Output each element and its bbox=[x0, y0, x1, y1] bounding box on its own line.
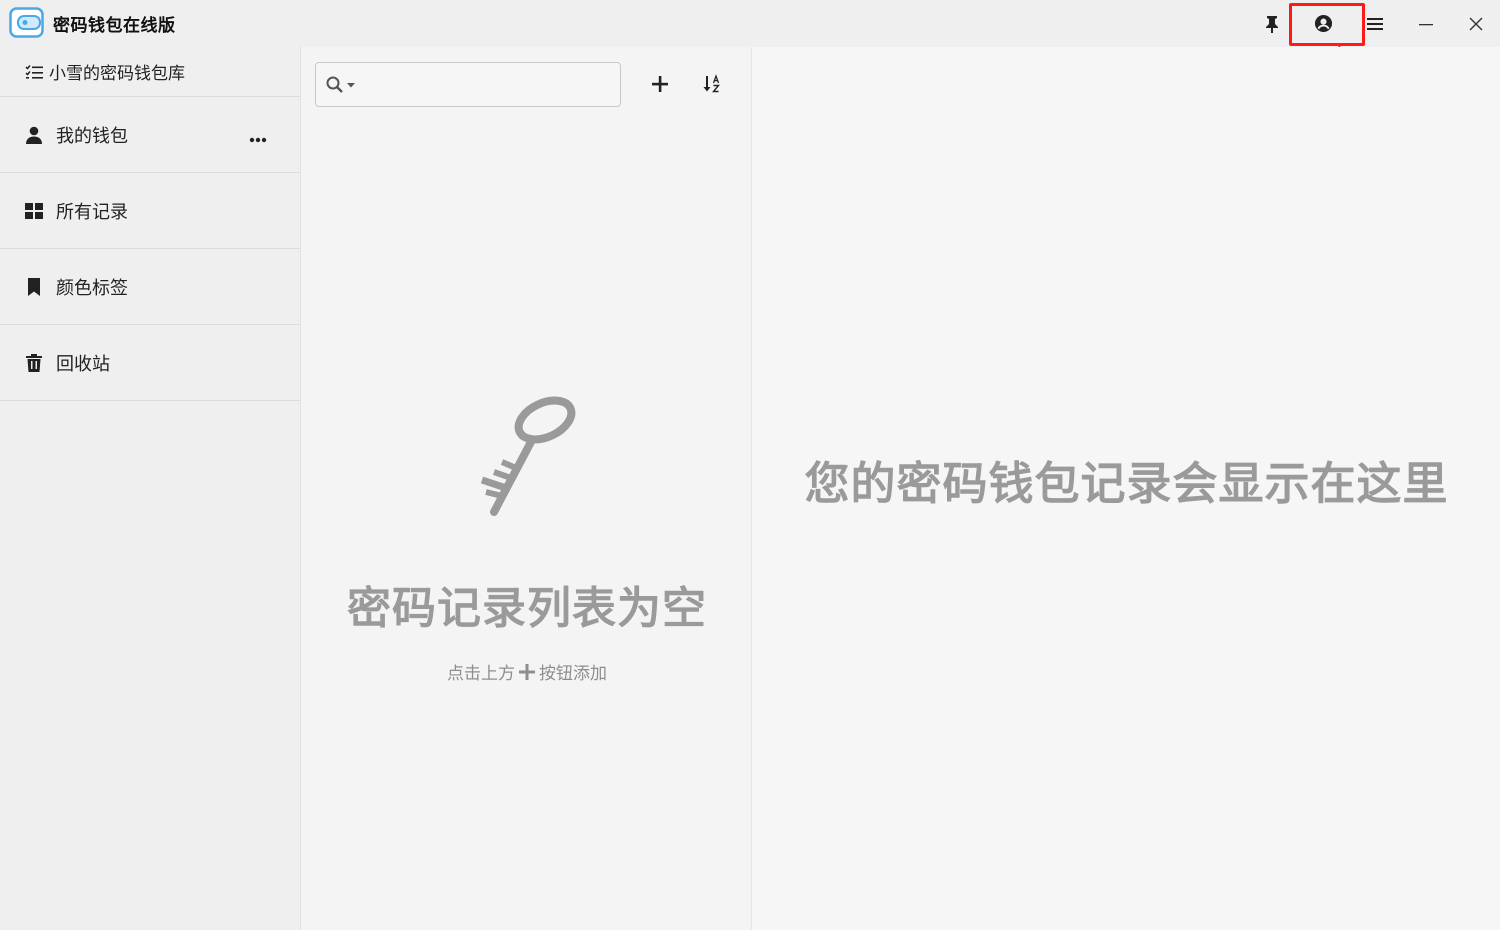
search-icon[interactable] bbox=[326, 76, 356, 94]
key-icon bbox=[480, 396, 576, 516]
sidebar-item-color-tags[interactable]: 颜色标签 bbox=[0, 249, 300, 325]
sidebar-item-my-wallet[interactable]: 我的钱包 bbox=[0, 97, 300, 173]
detail-placeholder-text: 您的密码钱包记录会显示在这里 bbox=[804, 457, 1449, 510]
grid-icon bbox=[25, 202, 43, 219]
checklist-icon bbox=[25, 64, 44, 80]
trash-icon bbox=[25, 353, 43, 372]
minimize-button[interactable] bbox=[1403, 0, 1449, 47]
add-record-button[interactable] bbox=[647, 71, 673, 97]
sidebar-item-label: 回收站 bbox=[56, 353, 110, 375]
title-bar: 密码钱包在线版 bbox=[0, 0, 1500, 47]
plus-icon bbox=[652, 76, 668, 92]
pin-icon bbox=[1266, 15, 1278, 33]
record-list-pane: 密码记录列表为空 点击上方 按钮添加 bbox=[302, 47, 752, 930]
hint-text-after: 按钮添加 bbox=[539, 664, 607, 684]
empty-list-title: 密码记录列表为空 bbox=[347, 583, 707, 634]
user-icon bbox=[25, 126, 43, 144]
sort-alpha-icon bbox=[703, 74, 720, 93]
hint-text-before: 点击上方 bbox=[447, 664, 515, 684]
hamburger-menu-icon bbox=[1367, 17, 1383, 30]
minimize-icon bbox=[1419, 23, 1433, 25]
app-title: 密码钱包在线版 bbox=[53, 16, 176, 36]
record-detail-pane: 您的密码钱包记录会显示在这里 bbox=[753, 47, 1500, 930]
bookmark-icon bbox=[25, 277, 43, 296]
plus-icon bbox=[519, 663, 535, 680]
close-button[interactable] bbox=[1453, 0, 1499, 47]
more-options-icon[interactable] bbox=[249, 127, 267, 148]
sidebar-item-trash[interactable]: 回收站 bbox=[0, 325, 300, 401]
close-icon bbox=[1469, 17, 1483, 30]
empty-list-hint: 点击上方 按钮添加 bbox=[302, 659, 752, 684]
library-switcher[interactable]: 小雪的密码钱包库 bbox=[0, 47, 300, 97]
sidebar-item-label: 所有记录 bbox=[56, 201, 128, 223]
sidebar: 小雪的密码钱包库 我的钱包 所有记录 颜色标签 回收站 bbox=[0, 47, 301, 930]
app-logo-icon bbox=[9, 7, 44, 38]
search-input[interactable] bbox=[362, 63, 620, 106]
sidebar-item-all-records[interactable]: 所有记录 bbox=[0, 173, 300, 249]
sidebar-item-label: 我的钱包 bbox=[56, 125, 128, 147]
search-box[interactable] bbox=[315, 62, 621, 107]
library-title: 小雪的密码钱包库 bbox=[49, 64, 185, 84]
sidebar-item-label: 颜色标签 bbox=[56, 277, 128, 299]
highlight-box bbox=[1289, 3, 1365, 46]
sort-button[interactable] bbox=[700, 71, 726, 97]
